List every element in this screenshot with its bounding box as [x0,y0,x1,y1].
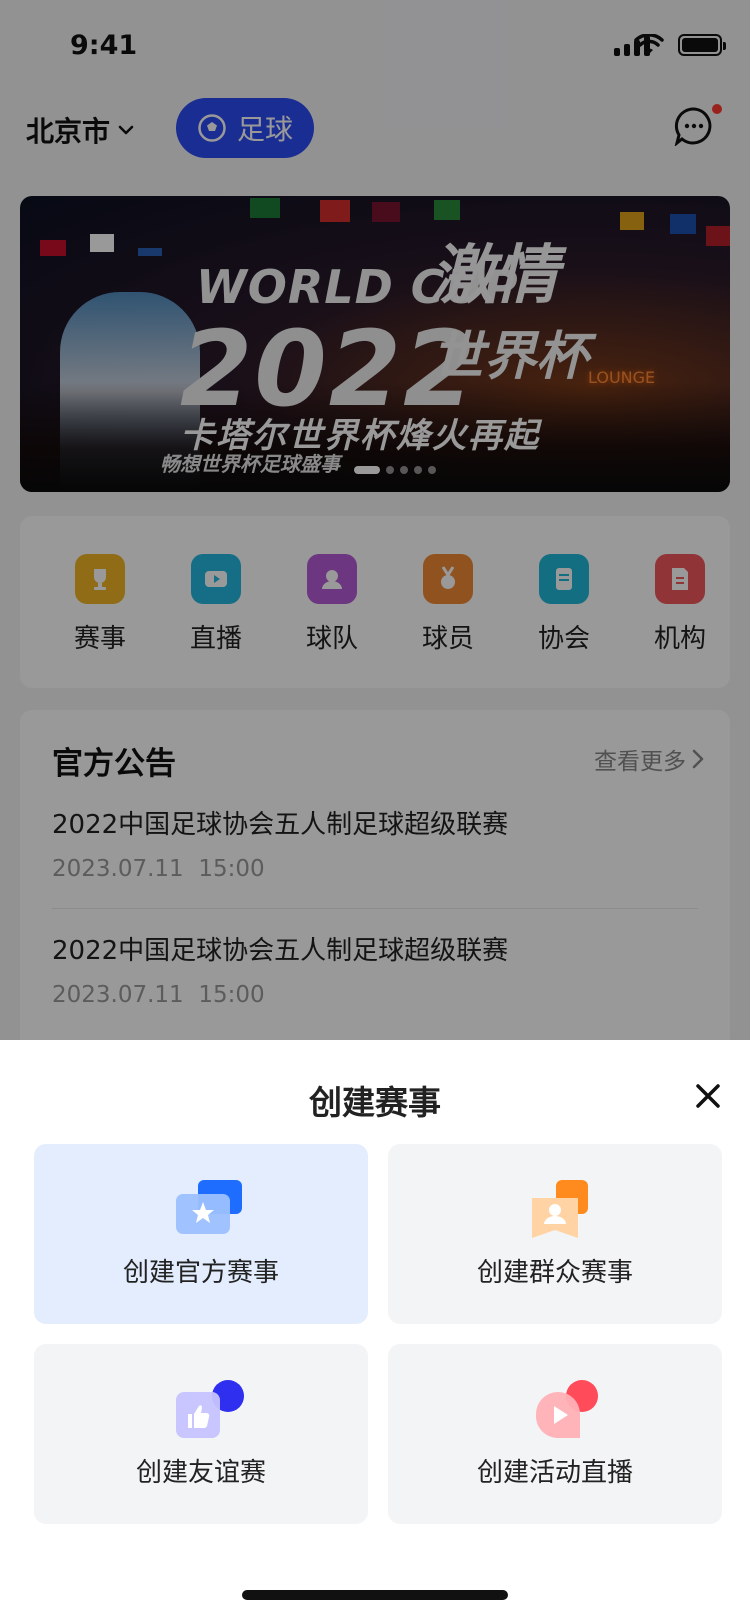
friendly-match-icon [176,1380,244,1438]
create-public-event-button[interactable]: 创建群众赛事 [388,1144,722,1324]
option-label: 创建友谊赛 [135,1458,266,1488]
close-icon[interactable] [694,1082,722,1110]
sheet-title: 创建赛事 [309,1083,441,1122]
official-event-icon [176,1180,242,1234]
public-event-icon [532,1180,588,1238]
option-label: 创建群众赛事 [476,1258,633,1288]
option-label: 创建官方赛事 [122,1258,279,1288]
home-indicator [242,1590,508,1600]
live-stream-icon [535,1380,598,1439]
create-official-event-button[interactable]: 创建官方赛事 [34,1144,368,1324]
create-friendly-match-button[interactable]: 创建友谊赛 [34,1344,368,1524]
create-event-sheet [0,1040,750,1624]
option-label: 创建活动直播 [476,1458,633,1488]
modal-backdrop[interactable] [0,0,750,1040]
create-live-stream-button[interactable]: 创建活动直播 [388,1344,722,1524]
